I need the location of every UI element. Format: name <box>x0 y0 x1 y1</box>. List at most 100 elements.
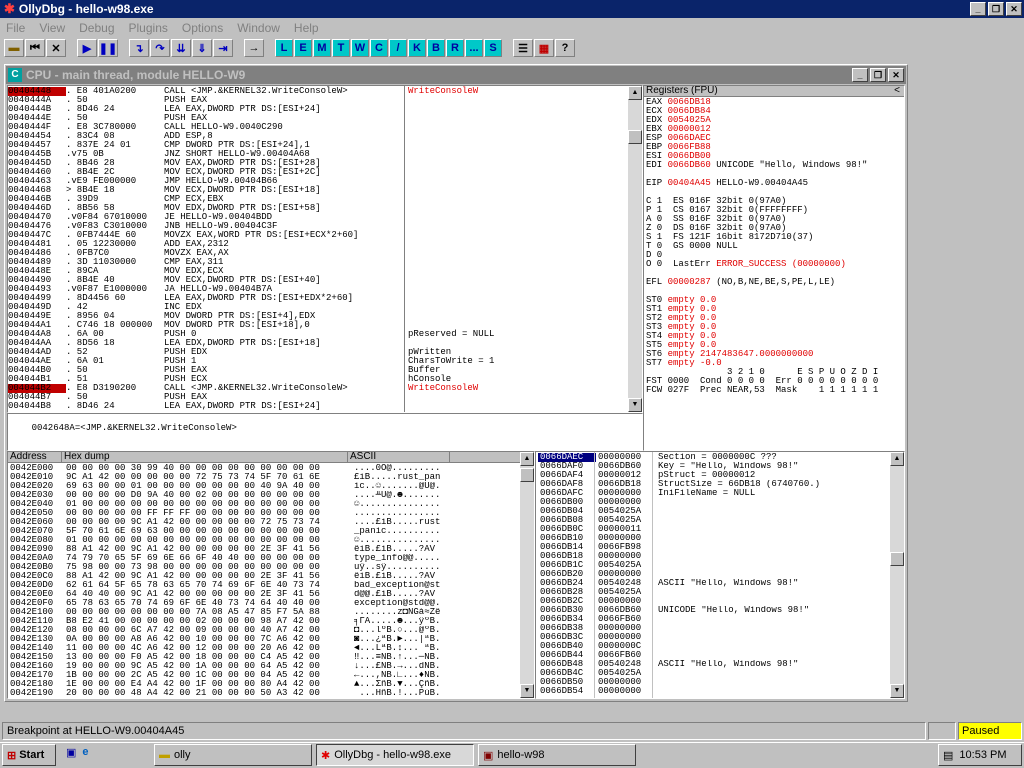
stack-row[interactable]: 0066DB4C 0054025A <box>538 669 904 678</box>
register-line[interactable]: EFL 00000287 (NO,B,NE,BE,S,PE,L,LE) <box>646 278 904 287</box>
stack-row[interactable]: 0066DB28 0054025A <box>538 588 904 597</box>
stack-row[interactable]: 0066DB14 0066FB98 <box>538 543 904 552</box>
stack-row[interactable]: 0066DB1C 0054025A <box>538 561 904 570</box>
stack-row[interactable]: 0066DAFC 00000000 IniFileName = NULL <box>538 489 904 498</box>
dump-scroll-thumb[interactable] <box>520 468 534 482</box>
dump-row[interactable]: 0042E150 13 00 00 00 F0 A5 42 00 18 00 00… <box>10 653 534 662</box>
dump-row[interactable]: 0042E020 69 63 00 00 01 00 00 00 00 00 00… <box>10 482 534 491</box>
list-icon[interactable]: ☰ <box>513 39 533 57</box>
toolbar-window-4-button[interactable]: W <box>351 39 369 57</box>
dump-row[interactable]: 0042E040 01 00 00 00 00 00 00 00 00 00 00… <box>10 500 534 509</box>
dump-row[interactable]: 0042E030 00 00 00 00 D0 9A 40 00 02 00 00… <box>10 491 534 500</box>
stack-row[interactable]: 0066DB18 00000000 <box>538 552 904 561</box>
menu-file[interactable]: File <box>6 21 25 35</box>
dump-row[interactable]: 0042E0A0 74 79 70 65 5F 69 6E 66 6F 40 40… <box>10 554 534 563</box>
taskbar-item-hello[interactable]: ▣ hello-w98 <box>478 744 636 766</box>
stack-scroll-thumb[interactable] <box>890 552 904 566</box>
stack-row[interactable]: 0066DB50 00000000 <box>538 678 904 687</box>
stack-row[interactable]: 0066DB08 0054025A <box>538 516 904 525</box>
dump-row[interactable]: 0042E140 11 00 00 00 4C A6 42 00 12 00 00… <box>10 644 534 653</box>
toolbar-window-2-button[interactable]: M <box>313 39 331 57</box>
dump-scrollbar[interactable]: ▲ ▼ <box>520 452 534 698</box>
dump-row[interactable]: 0042E100 00 00 00 00 00 00 00 00 7A 08 A5… <box>10 608 534 617</box>
toolbar-window-0-button[interactable]: L <box>275 39 293 57</box>
maximize-button[interactable]: ❐ <box>988 2 1004 16</box>
menu-view[interactable]: View <box>39 21 65 35</box>
dump-row[interactable]: 0042E110 B8 E2 41 00 00 00 00 00 02 00 00… <box>10 617 534 626</box>
step-into-icon[interactable]: ↴ <box>129 39 149 57</box>
scroll-up-icon[interactable]: ▲ <box>628 86 642 100</box>
toolbar-window-11-button[interactable]: S <box>484 39 502 57</box>
menu-plugins[interactable]: Plugins <box>129 21 168 35</box>
dump-row[interactable]: 0042E120 08 00 00 00 6C A7 42 00 09 00 00… <box>10 626 534 635</box>
stack-row[interactable]: 0066DB20 00000000 <box>538 570 904 579</box>
stack-row[interactable]: 0066DB10 00000000 <box>538 534 904 543</box>
disasm-row[interactable]: 004044B0. 50 PUSH EAX Buffer <box>8 366 628 375</box>
stack-row[interactable]: 0066DB3C 00000000 <box>538 633 904 642</box>
stack-row[interactable]: 0066DB24 00540248 ASCII "Hello, Windows 98… <box>538 579 904 588</box>
menu-window[interactable]: Window <box>237 21 280 35</box>
disasm-scrollbar[interactable]: ▲ ▼ <box>628 86 642 412</box>
step-over-icon[interactable]: ↷ <box>150 39 170 57</box>
toolbar-window-6-button[interactable]: / <box>389 39 407 57</box>
register-line[interactable]: T 0 GS 0000 NULL <box>646 242 904 251</box>
run-icon[interactable]: ▶ <box>77 39 97 57</box>
stack-scroll-down-icon[interactable]: ▼ <box>890 684 904 698</box>
trace-over-icon[interactable]: ⇓ <box>192 39 212 57</box>
scroll-down-icon[interactable]: ▼ <box>628 398 642 412</box>
dump-row[interactable]: 0042E0F0 65 78 63 65 70 74 69 6F 6E 40 73… <box>10 599 534 608</box>
menu-debug[interactable]: Debug <box>79 21 114 35</box>
register-line[interactable]: O 0 LastErr ERROR_SUCCESS (00000000) <box>646 260 904 269</box>
start-button[interactable]: ⊞ Start <box>2 744 56 766</box>
toolbar-window-8-button[interactable]: B <box>427 39 445 57</box>
open-folder-icon[interactable]: ▬ <box>4 39 24 57</box>
disasm-scroll-thumb[interactable] <box>628 130 642 144</box>
stack-row[interactable]: 0066DB00 00000000 <box>538 498 904 507</box>
stack-pane[interactable]: 0066DAEC 00000000 Section = 0000000C ??? 00… <box>535 451 905 699</box>
dump-row[interactable]: 0042E190 20 00 00 00 48 A4 42 00 21 00 00… <box>10 689 534 698</box>
stack-row[interactable]: 0066DB34 0066FB60 <box>538 615 904 624</box>
dump-row[interactable]: 0042E0D0 62 61 64 5F 65 78 63 65 70 74 69… <box>10 581 534 590</box>
toolbar-window-3-button[interactable]: T <box>332 39 350 57</box>
stack-row[interactable]: 0066DB44 0066FB60 <box>538 651 904 660</box>
dump-row[interactable]: 0042E180 1E 00 00 00 E4 A4 42 00 1F 00 00… <box>10 680 534 689</box>
dump-row[interactable]: 0042E050 00 00 00 00 00 FF FF FF 00 00 00… <box>10 509 534 518</box>
taskbar-item-olly[interactable]: ▬ olly <box>154 744 312 766</box>
stack-scroll-up-icon[interactable]: ▲ <box>890 452 904 466</box>
toolbar-window-9-button[interactable]: R <box>446 39 464 57</box>
toolbar-window-7-button[interactable]: K <box>408 39 426 57</box>
dump-pane[interactable]: Address Hex dump ASCII 0042E000 00 00 00 … <box>7 451 535 699</box>
dump-row[interactable]: 0042E090 88 A1 42 00 9C A1 42 00 00 00 00… <box>10 545 534 554</box>
stack-row[interactable]: 0066DB0C 00000011 <box>538 525 904 534</box>
stack-row[interactable]: 0066DB48 00540248 ASCII "Hello, Windows 98… <box>538 660 904 669</box>
register-line[interactable]: FCW 027F Prec NEAR,53 Mask 1 1 1 1 1 1 <box>646 386 904 395</box>
dump-row[interactable]: 0042E0B0 75 98 00 00 73 98 00 00 00 00 00… <box>10 563 534 572</box>
close-button[interactable]: ✕ <box>1006 2 1022 16</box>
close-debug-icon[interactable]: ✕ <box>46 39 66 57</box>
taskbar-item-ollydbg[interactable]: ✱ OllyDbg - hello-w98.exe <box>316 744 474 766</box>
stack-row[interactable]: 0066DAF4 00000012 pStruct = 00000012 <box>538 471 904 480</box>
dump-scroll-up-icon[interactable]: ▲ <box>520 452 534 466</box>
trace-into-icon[interactable]: ⇊ <box>171 39 191 57</box>
tray-icon[interactable]: ▤ <box>943 749 953 762</box>
show-desktop-icon[interactable]: ▣ <box>66 746 76 759</box>
dump-row[interactable]: 0042E170 1B 00 00 00 2C A5 42 00 1C 00 00… <box>10 671 534 680</box>
menu-help[interactable]: Help <box>294 21 319 35</box>
disasm-row[interactable]: 00404468 > 8B4E 18 MOV ECX,DWORD PTR DS:[E… <box>8 186 628 195</box>
stack-row[interactable]: 0066DAF8 0066DB18 StructSize = 66DB18 (674… <box>538 480 904 489</box>
dump-scroll-down-icon[interactable]: ▼ <box>520 684 534 698</box>
toolbar-window-5-button[interactable]: C <box>370 39 388 57</box>
disasm-row[interactable]: 004044AA. 8D56 18 LEA EDX,DWORD PTR DS:[E… <box>8 339 628 348</box>
stack-row[interactable]: 0066DAF0 0066DB60 Key = "Hello, Windows 98… <box>538 462 904 471</box>
stack-row[interactable]: 0066DB30 0066DB60 UNICODE "Hello, Windows … <box>538 606 904 615</box>
rewind-icon[interactable]: ⏮ <box>25 39 45 57</box>
dump-row[interactable]: 0042E060 00 00 00 00 9C A1 42 00 00 00 00… <box>10 518 534 527</box>
stack-row[interactable]: 0066DAEC 00000000 Section = 0000000C ??? <box>538 453 904 462</box>
cpu-close-button[interactable]: ✕ <box>888 68 904 82</box>
dump-row[interactable]: 0042E0C0 88 A1 42 00 9C A1 42 00 00 00 00… <box>10 572 534 581</box>
toolbar-window-10-button[interactable]: ... <box>465 39 483 57</box>
toolbar-window-1-button[interactable]: E <box>294 39 312 57</box>
help-icon[interactable]: ? <box>555 39 575 57</box>
dump-row[interactable]: 0042E160 19 00 00 00 9C A5 42 00 1A 00 00… <box>10 662 534 671</box>
stack-row[interactable]: 0066DB54 00000000 <box>538 687 904 696</box>
